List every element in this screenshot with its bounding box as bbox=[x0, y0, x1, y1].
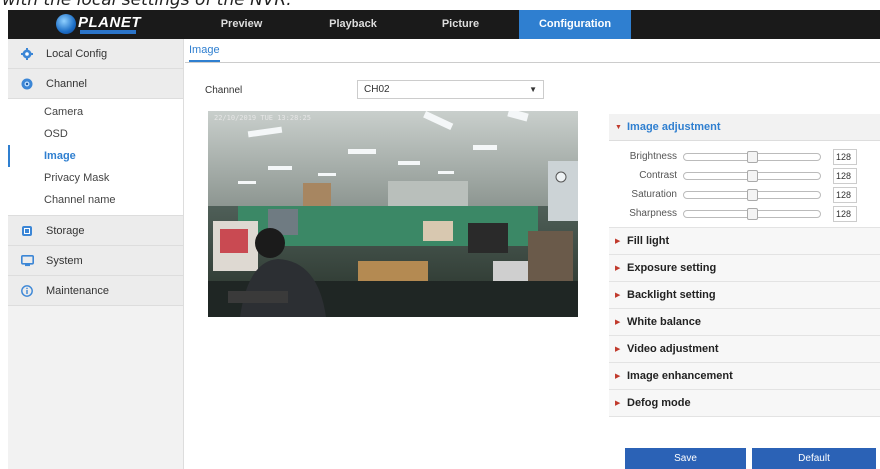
contrast-value-input[interactable]: 128 bbox=[833, 167, 857, 184]
sidebar-item-channel[interactable]: Channel bbox=[8, 69, 183, 99]
section-title: Defog mode bbox=[627, 397, 691, 409]
brand-name: PLANET bbox=[78, 14, 141, 31]
brightness-slider[interactable] bbox=[683, 150, 821, 163]
sidebar-item-camera[interactable]: Camera bbox=[8, 101, 183, 123]
sidebar-item-maintenance[interactable]: Maintenance bbox=[8, 276, 183, 306]
slider-thumb[interactable] bbox=[747, 150, 758, 163]
channel-select[interactable]: CH02 ▼ bbox=[357, 80, 544, 99]
contrast-label: Contrast bbox=[639, 170, 677, 181]
sidebar-item-channel-name[interactable]: Channel name bbox=[8, 189, 183, 211]
section-title: Exposure setting bbox=[627, 262, 717, 274]
sidebar-item-system[interactable]: System bbox=[8, 246, 183, 276]
section-video-adjustment[interactable]: ▶ Video adjustment bbox=[609, 336, 880, 363]
caption-text: with the local settings of the NVR. bbox=[2, 0, 292, 10]
top-bar: PLANET Preview Playback Picture Configur… bbox=[8, 10, 880, 39]
brand-logo: PLANET bbox=[56, 13, 150, 35]
gear-icon bbox=[20, 47, 34, 61]
sidebar-item-label: Local Config bbox=[46, 47, 108, 60]
main-content: Image Channel CH02 ▼ 22/10/2019 TUE 13:2… bbox=[185, 39, 880, 469]
tab-configuration[interactable]: Configuration bbox=[519, 10, 631, 39]
channel-submenu: Camera OSD Image Privacy Mask Channel na… bbox=[8, 99, 183, 216]
sidebar-item-image[interactable]: Image bbox=[8, 145, 183, 167]
contrast-row: Contrast 128 bbox=[609, 166, 880, 185]
sidebar-item-storage[interactable]: Storage bbox=[8, 216, 183, 246]
slider-thumb[interactable] bbox=[747, 169, 758, 182]
section-title: Image adjustment bbox=[627, 121, 721, 133]
triangle-right-icon: ▶ bbox=[615, 319, 621, 326]
section-title: Video adjustment bbox=[627, 343, 719, 355]
sharpness-row: Sharpness 128 bbox=[609, 204, 880, 223]
channel-select-value: CH02 bbox=[364, 84, 390, 95]
page-caption: with the local settings of the NVR. bbox=[0, 0, 880, 10]
sidebar-item-local-config[interactable]: Local Config bbox=[8, 39, 183, 69]
monitor-icon bbox=[20, 254, 34, 268]
info-icon bbox=[20, 284, 34, 298]
tab-preview[interactable]: Preview bbox=[179, 10, 304, 39]
saturation-label: Saturation bbox=[631, 189, 677, 200]
camera-scene bbox=[208, 111, 578, 317]
globe-icon bbox=[56, 14, 76, 34]
section-title: Backlight setting bbox=[627, 289, 716, 301]
sidebar-item-label: Channel bbox=[46, 77, 87, 90]
sidebar-item-osd[interactable]: OSD bbox=[8, 123, 183, 145]
slider-thumb[interactable] bbox=[747, 207, 758, 220]
image-adjustment-controls: Brightness 128 Contrast 128 Saturation 1… bbox=[609, 141, 880, 228]
storage-icon bbox=[20, 224, 34, 238]
slider-thumb[interactable] bbox=[747, 188, 758, 201]
section-defog-mode[interactable]: ▶ Defog mode bbox=[609, 390, 880, 417]
sidebar-item-label: System bbox=[46, 254, 83, 267]
breadcrumb-image[interactable]: Image bbox=[189, 44, 220, 62]
section-white-balance[interactable]: ▶ White balance bbox=[609, 309, 880, 336]
section-image-enhancement[interactable]: ▶ Image enhancement bbox=[609, 363, 880, 390]
section-fill-light[interactable]: ▶ Fill light bbox=[609, 228, 880, 255]
triangle-down-icon: ▼ bbox=[615, 123, 622, 131]
triangle-right-icon: ▶ bbox=[615, 265, 621, 272]
brightness-label: Brightness bbox=[629, 151, 677, 162]
saturation-row: Saturation 128 bbox=[609, 185, 880, 204]
triangle-right-icon: ▶ bbox=[615, 400, 621, 407]
triangle-right-icon: ▶ bbox=[615, 373, 621, 380]
save-button[interactable]: Save bbox=[625, 448, 746, 469]
sidebar: Local Config Channel Camera OSD Image Pr… bbox=[8, 39, 184, 469]
saturation-value-input[interactable]: 128 bbox=[833, 186, 857, 203]
contrast-slider[interactable] bbox=[683, 169, 821, 182]
section-title: Fill light bbox=[627, 235, 670, 247]
sharpness-label: Sharpness bbox=[629, 208, 677, 219]
section-backlight-setting[interactable]: ▶ Backlight setting bbox=[609, 282, 880, 309]
section-title: White balance bbox=[627, 316, 701, 328]
settings-panel: ▼ Image adjustment Brightness 128 Contra… bbox=[609, 114, 880, 417]
section-title: Image enhancement bbox=[627, 370, 733, 382]
channel-label: Channel bbox=[205, 85, 243, 96]
triangle-right-icon: ▶ bbox=[615, 346, 621, 353]
camera-icon bbox=[20, 77, 34, 91]
default-button[interactable]: Default bbox=[752, 448, 876, 469]
section-image-adjustment[interactable]: ▼ Image adjustment bbox=[609, 114, 880, 141]
video-preview[interactable]: 22/10/2019 TUE 13:28:25 bbox=[208, 111, 578, 317]
triangle-right-icon: ▶ bbox=[615, 292, 621, 299]
tab-playback[interactable]: Playback bbox=[304, 10, 402, 39]
triangle-right-icon: ▶ bbox=[615, 238, 621, 245]
video-timestamp: 22/10/2019 TUE 13:28:25 bbox=[214, 114, 311, 122]
sidebar-item-label: Storage bbox=[46, 224, 85, 237]
brightness-row: Brightness 128 bbox=[609, 147, 880, 166]
sidebar-item-privacy-mask[interactable]: Privacy Mask bbox=[8, 167, 183, 189]
sidebar-item-label: Maintenance bbox=[46, 284, 109, 297]
chevron-down-icon: ▼ bbox=[529, 85, 537, 94]
breadcrumb: Image bbox=[185, 39, 880, 63]
brightness-value-input[interactable]: 128 bbox=[833, 148, 857, 165]
tab-picture[interactable]: Picture bbox=[402, 10, 519, 39]
sharpness-value-input[interactable]: 128 bbox=[833, 205, 857, 222]
main-nav: Preview Playback Picture Configuration bbox=[179, 10, 631, 39]
sharpness-slider[interactable] bbox=[683, 207, 821, 220]
saturation-slider[interactable] bbox=[683, 188, 821, 201]
section-exposure-setting[interactable]: ▶ Exposure setting bbox=[609, 255, 880, 282]
